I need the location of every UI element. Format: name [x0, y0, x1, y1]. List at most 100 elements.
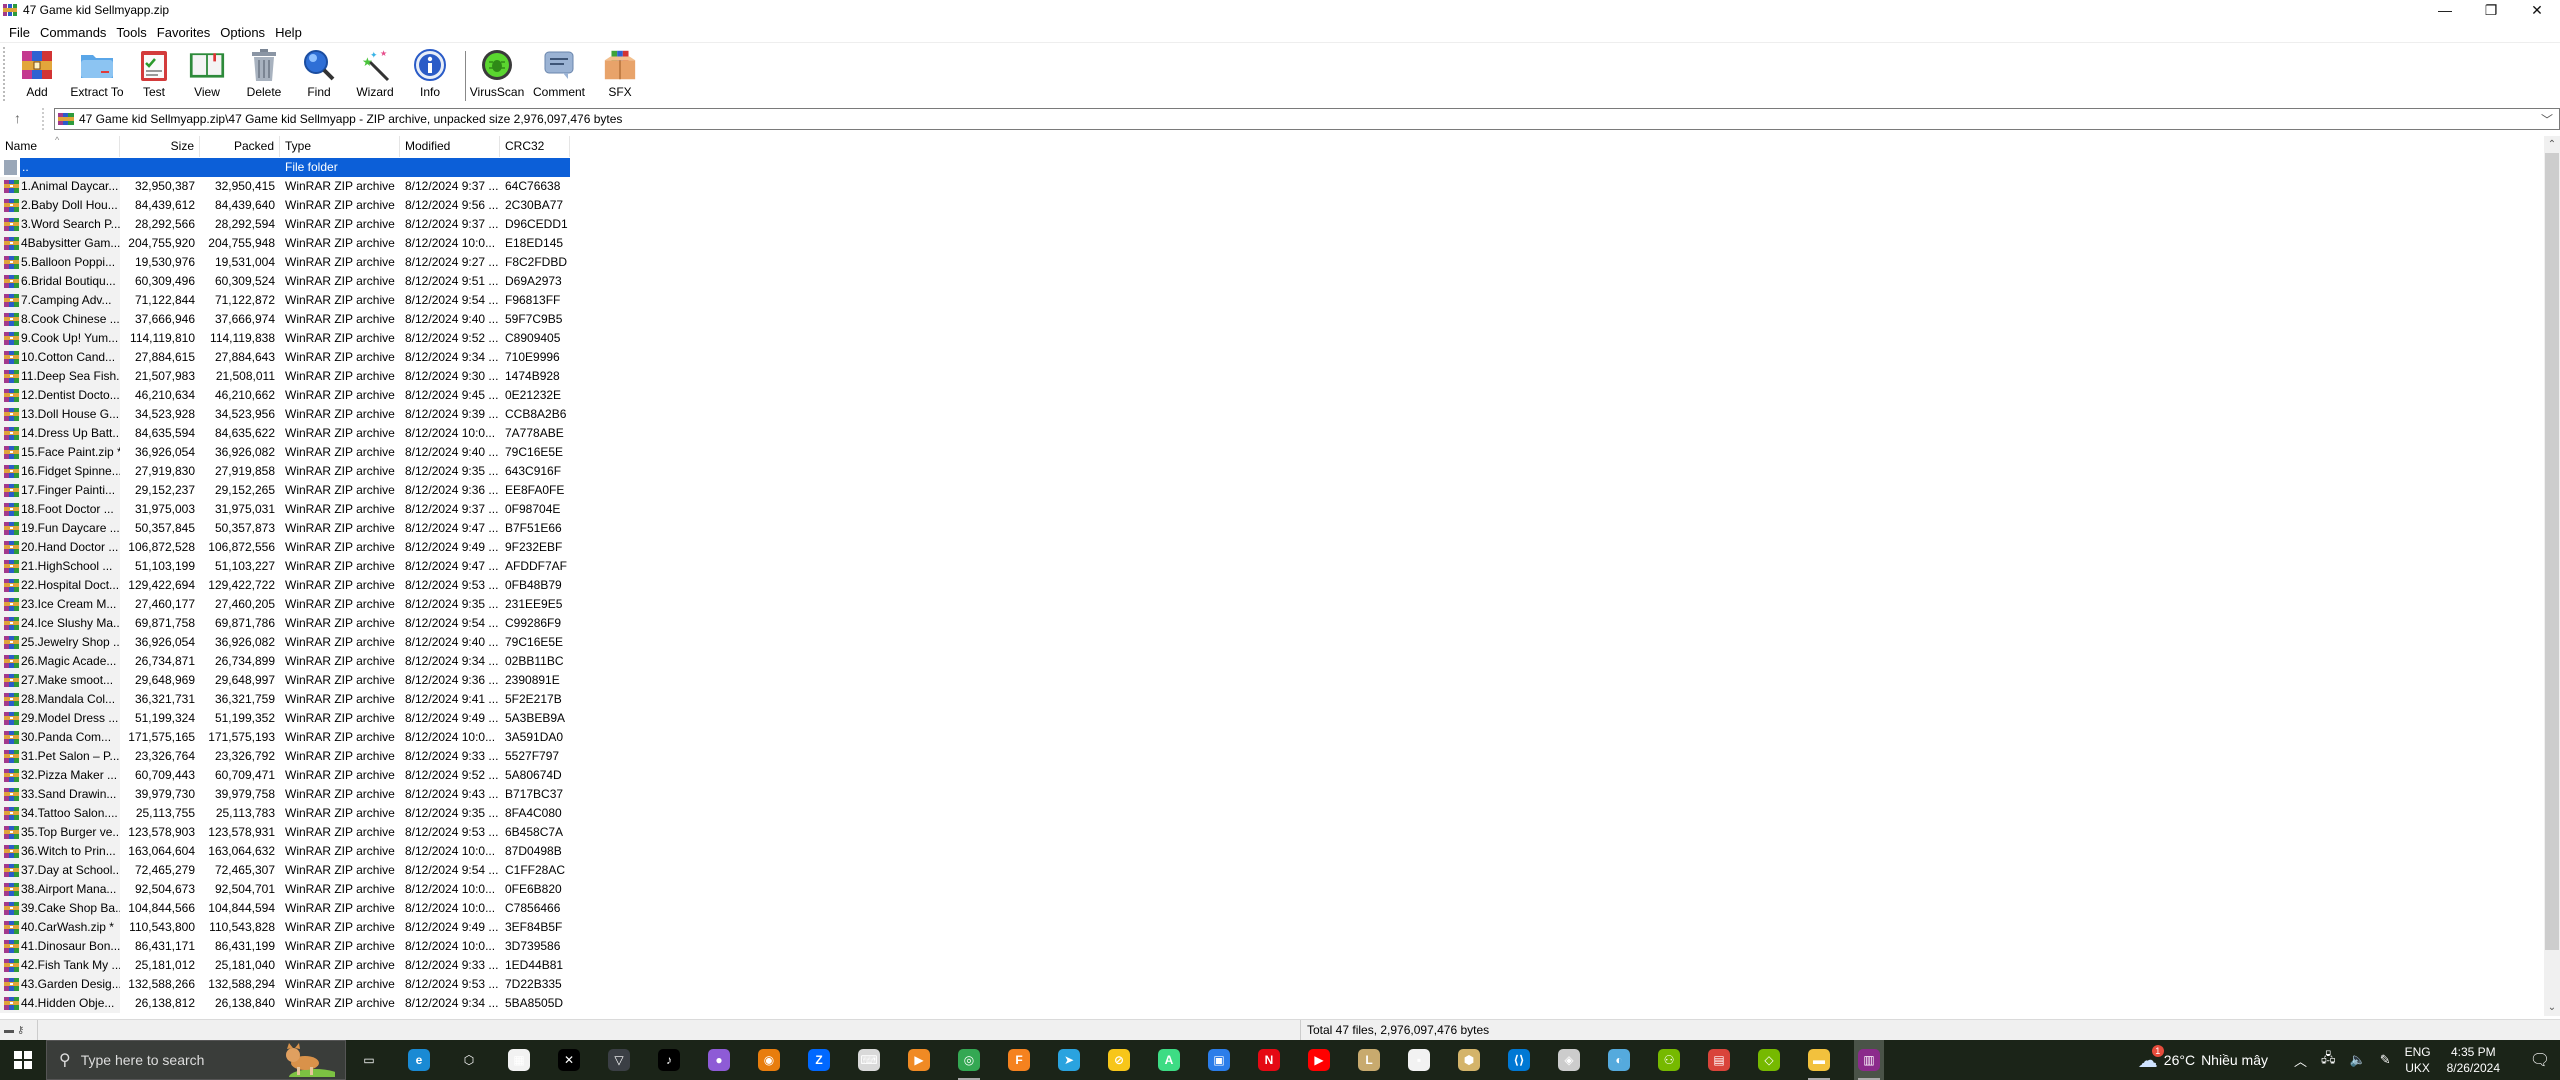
- column-header-type[interactable]: Type: [280, 136, 400, 157]
- file-row[interactable]: 34.Tattoo Salon.... 25,113,755 25,113,783 W…: [0, 804, 570, 823]
- start-button[interactable]: [0, 1040, 46, 1080]
- file-row[interactable]: 11.Deep Sea Fish... 21,507,983 21,508,011 W…: [0, 367, 570, 386]
- file-row[interactable]: 15.Face Paint.zip * 36,926,054 36,926,082 W…: [0, 443, 570, 462]
- file-row[interactable]: 10.Cotton Cand... 27,884,615 27,884,643 Win…: [0, 348, 570, 367]
- delete-button[interactable]: Delete: [244, 47, 284, 103]
- key-icon[interactable]: ⚷: [17, 1025, 24, 1036]
- file-row[interactable]: 13.Doll House G... 34,523,928 34,523,956 Wi…: [0, 405, 570, 424]
- file-row[interactable]: 22.Hospital Doct... 129,422,694 129,422,72…: [0, 576, 570, 595]
- taskbar-app-3d-viewer[interactable]: ⬡: [454, 1040, 484, 1080]
- file-row[interactable]: 4Babysitter Gam... 204,755,920 204,755,948…: [0, 234, 570, 253]
- minimize-button[interactable]: —: [2422, 0, 2468, 20]
- taskbar-app-nvidia-geforce[interactable]: ◇: [1754, 1040, 1784, 1080]
- taskbar-app-keyboard-tool[interactable]: ⌨: [854, 1040, 884, 1080]
- info-button[interactable]: Info: [412, 47, 448, 103]
- scrollbar-thumb[interactable]: [2545, 153, 2559, 950]
- file-row[interactable]: 42.Fish Tank My ... 25,181,012 25,181,040 W…: [0, 956, 570, 975]
- file-row[interactable]: 44.Hidden Obje... 26,138,812 26,138,840 Win…: [0, 994, 570, 1013]
- restore-button[interactable]: ❐: [2468, 0, 2514, 20]
- taskbar-app-capcut[interactable]: ✕: [554, 1040, 584, 1080]
- menu-file[interactable]: File: [4, 25, 35, 40]
- taskbar-app-edge[interactable]: e: [404, 1040, 434, 1080]
- drive-icon[interactable]: ▬: [4, 1025, 14, 1036]
- file-row[interactable]: 35.Top Burger ve... 123,578,903 123,578,93…: [0, 823, 570, 842]
- file-row[interactable]: 25.Jewelry Shop ... 36,926,054 36,926,082 W…: [0, 633, 570, 652]
- file-row[interactable]: 18.Foot Doctor ... 31,975,003 31,975,031 Wi…: [0, 500, 570, 519]
- file-row[interactable]: 24.Ice Slushy Ma... 69,871,758 69,871,786 W…: [0, 614, 570, 633]
- taskbar-app-file-explorer[interactable]: ▬: [1804, 1040, 1834, 1080]
- show-hidden-icons-chevron-icon[interactable]: ︿: [2294, 1051, 2307, 1070]
- file-row[interactable]: 5.Balloon Poppi... 19,530,976 19,531,004 Wi…: [0, 253, 570, 272]
- taskbar-app-vectorizer[interactable]: ▽: [604, 1040, 634, 1080]
- taskbar-app-telegram[interactable]: ➤: [1054, 1040, 1084, 1080]
- file-row[interactable]: 16.Fidget Spinne... 27,919,830 27,919,858 W…: [0, 462, 570, 481]
- menu-favorites[interactable]: Favorites: [152, 25, 215, 40]
- close-button[interactable]: ✕: [2514, 0, 2560, 20]
- file-row[interactable]: 3.Word Search P... 28,292,566 28,292,594 Wi…: [0, 215, 570, 234]
- notification-center-icon[interactable]: 🗨: [2520, 1050, 2560, 1070]
- menu-help[interactable]: Help: [270, 25, 307, 40]
- file-row[interactable]: 19.Fun Daycare ... 50,357,845 50,357,873 Wi…: [0, 519, 570, 538]
- taskbar-app-tiktok[interactable]: ♪: [654, 1040, 684, 1080]
- parent-folder-row[interactable]: .. File folder: [0, 158, 570, 177]
- file-row[interactable]: 21.HighSchool ... 51,103,199 51,103,227 Win…: [0, 557, 570, 576]
- column-header-packed[interactable]: Packed: [200, 136, 280, 157]
- taskbar-app-netflix[interactable]: N: [1254, 1040, 1284, 1080]
- taskbar-app-winrar[interactable]: ▥: [1854, 1040, 1884, 1080]
- taskbar-app-paint-drop[interactable]: ●: [704, 1040, 734, 1080]
- file-row[interactable]: 43.Garden Desig... 132,588,266 132,588,294…: [0, 975, 570, 994]
- taskbar-app-zalo[interactable]: Z: [804, 1040, 834, 1080]
- scroll-down-button[interactable]: ⌄: [2544, 999, 2560, 1016]
- file-row[interactable]: 1.Animal Daycar... 32,950,387 32,950,415 Wi…: [0, 177, 570, 196]
- file-row[interactable]: 8.Cook Chinese ... 37,666,946 37,666,974 Wi…: [0, 310, 570, 329]
- file-row[interactable]: 2.Baby Doll Hou... 84,439,612 84,439,640 Wi…: [0, 196, 570, 215]
- file-row[interactable]: 39.Cake Shop Ba... 104,844,566 104,844,594…: [0, 899, 570, 918]
- vertical-scrollbar[interactable]: ⌃ ⌄: [2544, 136, 2560, 1016]
- taskbar-app-nvidia-team[interactable]: ⚇: [1654, 1040, 1684, 1080]
- virusscan-button[interactable]: VirusScan: [470, 47, 524, 103]
- file-row[interactable]: 6.Bridal Boutiqu... 60,309,496 60,309,524 W…: [0, 272, 570, 291]
- taskbar-app-fl-studio[interactable]: F: [1004, 1040, 1034, 1080]
- file-row[interactable]: 36.Witch to Prin... 163,064,604 163,064,63…: [0, 842, 570, 861]
- find-button[interactable]: Find: [302, 47, 336, 103]
- weather-widget[interactable]: ☁ 1 26°C Nhiều mây: [2138, 1044, 2268, 1073]
- menu-options[interactable]: Options: [215, 25, 270, 40]
- taskbar-app-media-player[interactable]: ▶: [904, 1040, 934, 1080]
- comment-button[interactable]: Comment: [532, 47, 586, 103]
- taskbar-app-youtube[interactable]: ▶: [1304, 1040, 1334, 1080]
- file-row[interactable]: 31.Pet Salon – P... 23,326,764 23,326,792 W…: [0, 747, 570, 766]
- file-row[interactable]: 33.Sand Drawin... 39,979,730 39,979,758 Win…: [0, 785, 570, 804]
- taskbar-app-task-view[interactable]: ▭: [354, 1040, 384, 1080]
- input-language[interactable]: ENG UKX: [2405, 1044, 2431, 1076]
- file-row[interactable]: 23.Ice Cream M... 27,460,177 27,460,205 Win…: [0, 595, 570, 614]
- scroll-up-button[interactable]: ⌃: [2544, 136, 2560, 153]
- chevron-down-icon[interactable]: ﹀: [2541, 111, 2553, 128]
- taskbar-app-android-studio[interactable]: A: [1154, 1040, 1184, 1080]
- column-header-name[interactable]: Name ^: [0, 136, 120, 157]
- file-row[interactable]: 32.Pizza Maker ... 60,709,443 60,709,471 Wi…: [0, 766, 570, 785]
- network-icon[interactable]: 🖧: [2321, 1049, 2336, 1071]
- column-header-modified[interactable]: Modified: [400, 136, 500, 157]
- taskbar-app-unity[interactable]: ◈: [1554, 1040, 1584, 1080]
- sfx-button[interactable]: SFX: [600, 47, 640, 103]
- extract-to-button[interactable]: Extract To: [70, 47, 124, 103]
- taskbar-app-chrome[interactable]: ◎: [954, 1040, 984, 1080]
- taskbar-app-firewall[interactable]: ▤: [1704, 1040, 1734, 1080]
- file-row[interactable]: 17.Finger Painti... 29,152,237 29,152,265 W…: [0, 481, 570, 500]
- taskbar-app-blender[interactable]: ◉: [754, 1040, 784, 1080]
- file-row[interactable]: 20.Hand Doctor ... 106,872,528 106,872,556…: [0, 538, 570, 557]
- file-row[interactable]: 37.Day at School... 72,465,279 72,465,307 W…: [0, 861, 570, 880]
- file-row[interactable]: 40.CarWash.zip * 110,543,800 110,543,828 Wi…: [0, 918, 570, 937]
- address-bar[interactable]: 47 Game kid Sellmyapp.zip\47 Game kid Se…: [54, 108, 2560, 130]
- pen-icon[interactable]: ✎: [2380, 1052, 2391, 1068]
- file-row[interactable]: 12.Dentist Docto... 46,210,634 46,210,662 W…: [0, 386, 570, 405]
- column-header-crc32[interactable]: CRC32: [500, 136, 570, 157]
- file-row[interactable]: 29.Model Dress ... 51,199,324 51,199,352 Wi…: [0, 709, 570, 728]
- file-row[interactable]: 30.Panda Com... 171,575,165 171,575,193 Win…: [0, 728, 570, 747]
- test-button[interactable]: Test: [136, 47, 172, 103]
- up-folder-button[interactable]: ↑: [14, 110, 21, 126]
- taskbar-app-pixel-app[interactable]: ▪: [1404, 1040, 1434, 1080]
- view-button[interactable]: View: [186, 47, 228, 103]
- taskbar-app-vscode[interactable]: ⟨⟩: [1504, 1040, 1534, 1080]
- taskbar-search[interactable]: ⚲ Type here to search: [46, 1040, 346, 1080]
